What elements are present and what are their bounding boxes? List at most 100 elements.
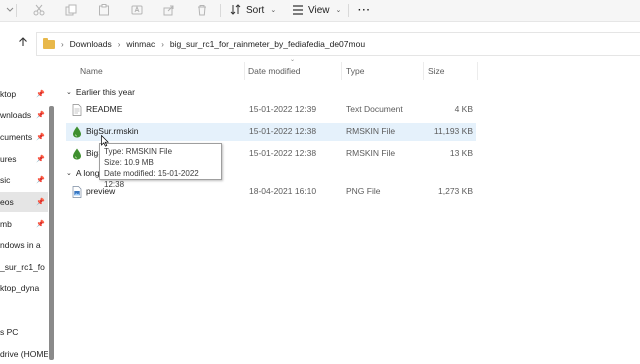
breadcrumb: Downloads › winmac › big_sur_rc1_for_rai… — [70, 39, 365, 49]
column-header-name[interactable]: Name — [80, 62, 240, 80]
sidebar-item-pictures[interactable]: ures 📌 — [0, 149, 48, 169]
sidebar-item-desktop[interactable]: ktop 📌 — [0, 84, 48, 104]
more-options-button[interactable]: ··· — [358, 2, 371, 18]
column-header-name-label: Name — [80, 66, 103, 76]
navigation-pane: ktop 📌 wnloads 📌 cuments 📌 ures 📌 sic 📌 … — [0, 62, 58, 360]
sidebar-scrollbar[interactable] — [49, 106, 54, 360]
file-name: README — [86, 104, 123, 114]
share-icon[interactable] — [162, 3, 176, 17]
table-row[interactable]: BigSur.rmskin 15-01-2022 12:38 RMSKIN Fi… — [66, 123, 476, 141]
sidebar-item-music[interactable]: sic 📌 — [0, 170, 48, 190]
tooltip-date: Date modified: 15-01-2022 12:38 — [104, 169, 199, 189]
pin-icon: 📌 — [36, 177, 45, 184]
address-bar[interactable]: › Downloads › winmac › big_sur_rc1_for_r… — [36, 32, 640, 56]
column-header-date-modified[interactable]: Date modified — [248, 62, 340, 80]
mouse-cursor-icon — [101, 135, 109, 147]
file-date: 15-01-2022 12:38 — [249, 126, 317, 136]
sidebar-item-label: _sur_rc1_fo — [0, 262, 45, 272]
pin-icon: 📌 — [36, 91, 45, 98]
breadcrumb-chevron-icon[interactable]: › — [161, 40, 164, 49]
delete-icon[interactable] — [195, 3, 209, 17]
table-row[interactable]: README 15-01-2022 12:39 Text Document 4 … — [66, 101, 476, 119]
column-header-size[interactable]: Size — [428, 62, 476, 80]
group-label: Earlier this year — [75, 87, 135, 97]
column-header-type-label: Type — [346, 66, 365, 76]
rmskin-drop-icon — [73, 126, 81, 138]
file-date: 18-04-2021 16:10 — [249, 186, 317, 196]
up-arrow-icon[interactable] — [18, 37, 28, 50]
copy-icon[interactable] — [64, 3, 78, 17]
breadcrumb-winmac[interactable]: winmac — [126, 39, 155, 49]
file-date: 15-01-2022 12:38 — [249, 148, 317, 158]
sort-label: Sort — [246, 4, 265, 16]
pin-icon: 📌 — [36, 134, 45, 141]
breadcrumb-chevron-icon[interactable]: › — [61, 40, 64, 49]
toolbar-divider — [220, 4, 221, 17]
file-type: RMSKIN File — [346, 148, 396, 158]
sidebar-item-label: s PC — [0, 327, 19, 337]
sort-button[interactable]: Sort ⌄ — [230, 2, 276, 18]
sidebar-item-thumb[interactable]: mb 📌 — [0, 214, 48, 234]
cut-icon[interactable] — [32, 3, 46, 17]
file-info-tooltip: Type: RMSKIN File Size: 10.9 MB Date mod… — [99, 143, 222, 189]
sidebar-item-downloads[interactable]: wnloads 📌 — [0, 105, 48, 125]
column-header-date-label: Date modified — [248, 66, 301, 76]
sidebar-item-videos[interactable]: eos 📌 — [0, 192, 48, 212]
sort-chevron-icon: ⌄ — [270, 7, 277, 14]
file-type: PNG File — [346, 186, 381, 196]
breadcrumb-downloads[interactable]: Downloads — [70, 39, 112, 49]
column-divider[interactable] — [423, 62, 424, 80]
file-type: Text Document — [346, 104, 403, 114]
command-bar: Sort ⌄ View ⌄ ··· — [0, 0, 640, 22]
sidebar-item-home-drive[interactable]: drive (HOME — [0, 344, 48, 364]
column-header-type[interactable]: Type — [346, 62, 422, 80]
column-divider[interactable] — [244, 62, 245, 80]
sidebar-item-label: ktop — [0, 89, 17, 99]
chevron-down-icon: ⌄ — [66, 89, 72, 96]
breadcrumb-chevron-icon[interactable]: › — [118, 40, 121, 49]
toolbar-divider — [348, 4, 349, 17]
rename-icon[interactable] — [130, 3, 144, 17]
file-size: 13 KB — [449, 148, 473, 158]
sidebar-item-big-sur[interactable]: _sur_rc1_fo — [0, 257, 48, 277]
text-file-icon — [72, 104, 82, 116]
group-header-earlier-this-year[interactable]: ⌄ Earlier this year — [66, 85, 135, 99]
file-size: 4 KB — [454, 104, 473, 114]
folder-icon — [43, 37, 55, 49]
column-divider[interactable] — [341, 62, 342, 80]
column-header-size-label: Size — [428, 66, 445, 76]
sidebar-item-label: cuments — [0, 132, 33, 142]
sidebar-item-this-pc[interactable]: s PC — [0, 322, 48, 342]
sidebar-item-label: sic — [0, 175, 11, 185]
paste-icon[interactable] — [97, 3, 111, 17]
sort-icon — [230, 4, 241, 15]
more-options-icon: ··· — [358, 4, 371, 16]
view-button[interactable]: View ⌄ — [292, 2, 341, 18]
file-date: 15-01-2022 12:39 — [249, 104, 317, 114]
breadcrumb-current-folder[interactable]: big_sur_rc1_for_rainmeter_by_fediafedia_… — [170, 39, 365, 49]
sidebar-item-label: ures — [0, 154, 17, 164]
sidebar-item-label: mb — [0, 219, 12, 229]
file-size: 1,273 KB — [438, 186, 473, 196]
tooltip-size: Size: 10.9 MB — [104, 158, 154, 167]
file-name: BigSur.rmskin — [86, 126, 139, 136]
pin-icon: 📌 — [36, 112, 45, 119]
sidebar-item-label: drive (HOME — [0, 349, 48, 359]
sidebar-item-windows-in-a[interactable]: ndows in a — [0, 235, 48, 255]
tooltip-type: Type: RMSKIN File — [104, 147, 173, 156]
sidebar-item-label: ktop_dyna — [0, 283, 40, 293]
chevron-down-icon: ⌄ — [66, 170, 72, 177]
sidebar-item-label: wnloads — [0, 110, 32, 120]
toolbar-divider — [16, 4, 17, 17]
view-label: View — [308, 4, 330, 16]
sidebar-item-label: eos — [0, 197, 14, 207]
new-item-chevron-icon[interactable] — [3, 3, 17, 17]
view-icon — [293, 5, 303, 15]
pin-icon: 📌 — [36, 221, 45, 228]
sidebar-item-desktop-dyna[interactable]: ktop_dyna — [0, 278, 48, 298]
column-divider[interactable] — [477, 62, 478, 80]
file-size: 11,193 KB — [433, 126, 473, 136]
pin-icon: 📌 — [36, 156, 45, 163]
view-chevron-icon: ⌄ — [335, 7, 342, 14]
sidebar-item-documents[interactable]: cuments 📌 — [0, 127, 48, 147]
